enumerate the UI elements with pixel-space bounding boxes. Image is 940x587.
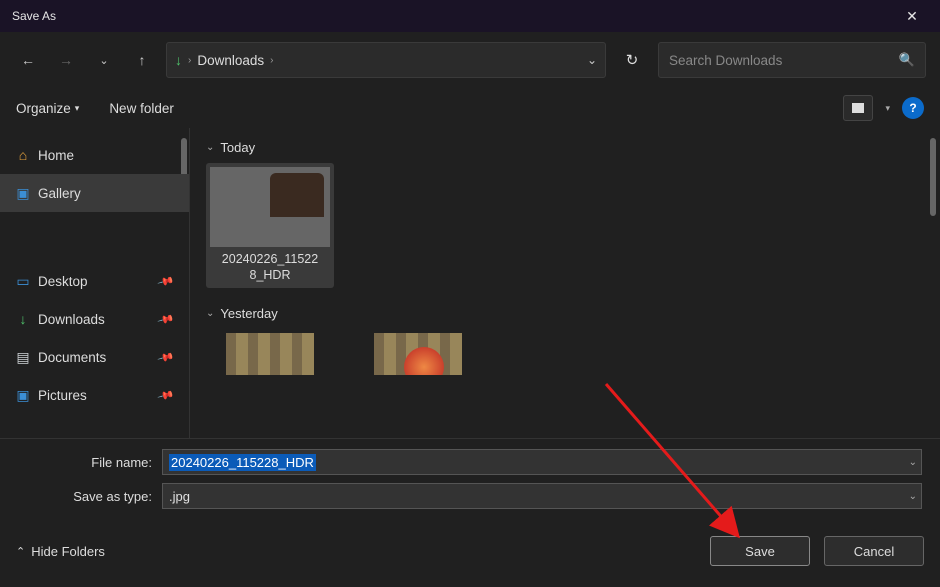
titlebar: Save As ✕ <box>0 0 940 32</box>
documents-icon: ▤ <box>14 349 32 366</box>
cancel-button[interactable]: Cancel <box>824 536 924 566</box>
file-thumb[interactable] <box>206 329 334 379</box>
search-input[interactable] <box>669 53 899 68</box>
sidebar-item-gallery[interactable]: ▣ Gallery <box>0 174 189 212</box>
file-view: ⌄ Today 20240226_11522 8_HDR ⌄ Yesterday <box>190 128 940 438</box>
view-mode-icon <box>852 103 864 113</box>
chevron-down-icon[interactable]: ⌄ <box>909 491 917 502</box>
sidebar-item-label: Desktop <box>38 274 88 289</box>
sidebar-item-label: Pictures <box>38 388 87 403</box>
filetype-label: Save as type: <box>18 489 152 504</box>
close-icon[interactable]: ✕ <box>896 8 928 25</box>
pin-icon: 📌 <box>157 386 175 404</box>
sidebar: ⌂ Home ▣ Gallery ▭ Desktop 📌 ↓ Downloads… <box>0 128 190 438</box>
chevron-down-icon[interactable]: ⌄ <box>909 457 917 468</box>
toolbar: Organize ▾ New folder ▾ ? <box>0 88 940 128</box>
filename-value: 20240226_115228_HDR <box>169 454 316 471</box>
file-thumb-selected[interactable]: 20240226_11522 8_HDR <box>206 163 334 288</box>
up-button[interactable]: ↑ <box>128 46 156 74</box>
footer: ⌃ Hide Folders Save Cancel <box>0 523 940 579</box>
hide-folders-button[interactable]: ⌃ Hide Folders <box>16 544 105 559</box>
breadcrumb-location[interactable]: Downloads <box>197 53 264 68</box>
main-area: ⌂ Home ▣ Gallery ▭ Desktop 📌 ↓ Downloads… <box>0 128 940 438</box>
filename-input[interactable]: 20240226_115228_HDR ⌄ <box>162 449 922 475</box>
content-scrollbar[interactable] <box>930 138 936 216</box>
sidebar-item-home[interactable]: ⌂ Home <box>0 136 189 174</box>
navigation-row: ← → ⌄ ↑ ↓ › Downloads › ⌄ ↻ 🔍 <box>0 32 940 88</box>
sidebar-item-label: Downloads <box>38 312 105 327</box>
search-icon: 🔍 <box>899 52 915 68</box>
thumbnail-image <box>226 333 314 375</box>
group-header-today[interactable]: ⌄ Today <box>206 140 924 155</box>
search-box[interactable]: 🔍 <box>658 42 926 78</box>
chevron-up-icon: ⌃ <box>16 545 25 558</box>
thumbnail-image <box>210 167 330 247</box>
form-panel: File name: 20240226_115228_HDR ⌄ Save as… <box>0 438 940 523</box>
chevron-right-icon: › <box>188 55 191 66</box>
history-dropdown[interactable]: ⌄ <box>90 46 118 74</box>
address-bar[interactable]: ↓ › Downloads › ⌄ <box>166 42 606 78</box>
save-button[interactable]: Save <box>710 536 810 566</box>
back-button[interactable]: ← <box>14 46 42 74</box>
pin-icon: 📌 <box>157 348 175 366</box>
organize-label: Organize <box>16 101 71 116</box>
pictures-icon: ▣ <box>14 387 32 404</box>
group-header-yesterday[interactable]: ⌄ Yesterday <box>206 306 924 321</box>
filename-label: File name: <box>18 455 152 470</box>
refresh-button[interactable]: ↻ <box>616 42 648 78</box>
sidebar-item-pictures[interactable]: ▣ Pictures 📌 <box>0 376 189 414</box>
sidebar-item-label: Documents <box>38 350 106 365</box>
file-thumb[interactable] <box>354 329 482 379</box>
help-button[interactable]: ? <box>902 97 924 119</box>
organize-button[interactable]: Organize ▾ <box>16 101 79 116</box>
hide-folders-label: Hide Folders <box>31 544 105 559</box>
desktop-icon: ▭ <box>14 273 32 290</box>
sidebar-item-desktop[interactable]: ▭ Desktop 📌 <box>0 262 189 300</box>
filetype-select[interactable]: .jpg ⌄ <box>162 483 922 509</box>
sidebar-item-label: Home <box>38 148 74 163</box>
filetype-value: .jpg <box>169 489 915 504</box>
downloads-icon: ↓ <box>14 311 32 327</box>
sidebar-item-documents[interactable]: ▤ Documents 📌 <box>0 338 189 376</box>
gallery-icon: ▣ <box>14 185 32 202</box>
new-folder-button[interactable]: New folder <box>109 101 174 116</box>
window-title: Save As <box>12 9 56 23</box>
sidebar-item-label: Gallery <box>38 186 81 201</box>
address-dropdown-icon[interactable]: ⌄ <box>587 53 597 67</box>
group-label: Yesterday <box>220 306 277 321</box>
downloads-location-icon: ↓ <box>175 52 182 68</box>
view-dropdown-icon[interactable]: ▾ <box>885 103 890 114</box>
thumbnail-caption: 20240226_11522 8_HDR <box>222 251 318 284</box>
view-mode-button[interactable] <box>843 95 873 121</box>
chevron-down-icon: ⌄ <box>206 142 214 153</box>
forward-button[interactable]: → <box>52 46 80 74</box>
sidebar-item-downloads[interactable]: ↓ Downloads 📌 <box>0 300 189 338</box>
chevron-right-icon: › <box>270 55 273 66</box>
pin-icon: 📌 <box>157 310 175 328</box>
pin-icon: 📌 <box>157 272 175 290</box>
thumbnail-image <box>374 333 462 375</box>
chevron-down-icon: ⌄ <box>206 308 214 319</box>
chevron-down-icon: ▾ <box>75 103 80 114</box>
home-icon: ⌂ <box>14 147 32 163</box>
group-label: Today <box>220 140 255 155</box>
